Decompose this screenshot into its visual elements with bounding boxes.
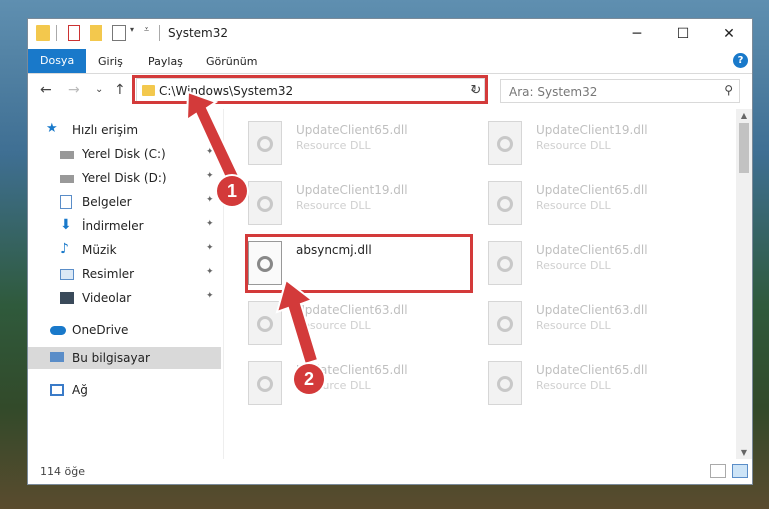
step-2-callout: 2 — [294, 364, 324, 394]
step-1-callout: 1 — [217, 176, 247, 206]
arrow-1 — [185, 90, 242, 186]
tutorial-arrows — [185, 90, 320, 366]
arrow-2 — [275, 278, 320, 366]
